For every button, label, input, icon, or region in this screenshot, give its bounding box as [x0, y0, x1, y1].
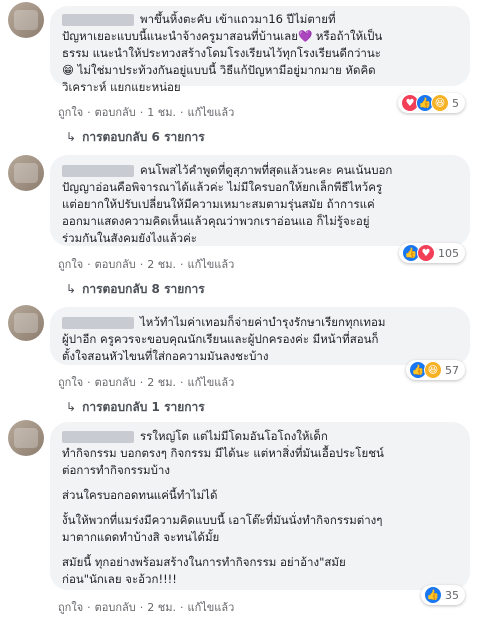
- timestamp[interactable]: 2 ชม.: [147, 376, 176, 389]
- avatar[interactable]: [8, 2, 44, 38]
- view-replies-link[interactable]: ↳ การตอบกลับ 1 รายการ: [66, 398, 205, 417]
- view-replies-link[interactable]: ↳ การตอบกลับ 8 รายการ: [66, 280, 205, 299]
- reaction-summary[interactable]: ♥ 👍 😆 5: [398, 93, 465, 113]
- comment-paragraph: ส่วนใครบอกอดทนแค่นี้ทำไม่ได้: [62, 488, 218, 502]
- comment-bubble: พาขึ้นหิ้งตะคับ เข้าแถวมา16 ปีไม่ตายที่ …: [50, 6, 470, 94]
- reply-arrow-icon: ↳: [66, 282, 77, 296]
- reply-link[interactable]: ตอบกลับ: [95, 258, 136, 271]
- comment-actions: ถูกใจ · ตอบกลับ · 2 ชม. · แก้ไขแล้ว: [58, 258, 235, 271]
- reaction-count: 57: [445, 363, 459, 377]
- reply-arrow-icon: ↳: [66, 130, 77, 144]
- reaction-summary[interactable]: 👍 ♥ 105: [399, 243, 465, 263]
- edited-label: แก้ไขแล้ว: [187, 106, 235, 119]
- avatar[interactable]: [8, 420, 44, 456]
- commenter-name[interactable]: [62, 164, 134, 177]
- comment-paragraph: รรใหญ่โต แต่ไม่มีโดมอันโอโถงให้เด็ก ทำกิ…: [62, 429, 384, 477]
- like-link[interactable]: ถูกใจ: [58, 601, 83, 614]
- reaction-count: 35: [445, 588, 459, 602]
- reaction-count: 105: [438, 246, 459, 260]
- commenter-name[interactable]: [62, 316, 134, 329]
- comment-bubble: ไหว้ทำไมค่าเทอมก็จ่ายค่าบำรุงรักษาเรียกท…: [50, 307, 470, 365]
- timestamp[interactable]: 2 ชม.: [147, 258, 176, 271]
- timestamp[interactable]: 2 ชม.: [147, 601, 176, 614]
- comment-text: พาขึ้นหิ้งตะคับ เข้าแถวมา16 ปีไม่ตายที่ …: [62, 12, 383, 94]
- comment-paragraph: สมัยนี้ ทุกอย่างพร้อมสร้างในการทำกิจกรรม…: [62, 555, 346, 586]
- edited-label: แก้ไขแล้ว: [187, 258, 235, 271]
- like-link[interactable]: ถูกใจ: [58, 106, 83, 119]
- like-link[interactable]: ถูกใจ: [58, 376, 83, 389]
- reply-link[interactable]: ตอบกลับ: [95, 601, 136, 614]
- timestamp[interactable]: 1 ชม.: [147, 106, 176, 119]
- reply-link[interactable]: ตอบกลับ: [95, 376, 136, 389]
- commenter-name[interactable]: [62, 13, 134, 26]
- reaction-summary[interactable]: 👍 35: [421, 585, 465, 605]
- haha-icon: 😆: [431, 94, 449, 112]
- like-link[interactable]: ถูกใจ: [58, 258, 83, 271]
- reaction-summary[interactable]: 👍 😆 57: [406, 360, 465, 380]
- reaction-count: 5: [452, 96, 459, 110]
- comment-actions: ถูกใจ · ตอบกลับ · 2 ชม. · แก้ไขแล้ว: [58, 601, 235, 614]
- comment-text: ไหว้ทำไมค่าเทอมก็จ่ายค่าบำรุงรักษาเรียกท…: [62, 315, 386, 363]
- view-replies-link[interactable]: ↳ การตอบกลับ 6 รายการ: [66, 128, 205, 147]
- reply-arrow-icon: ↳: [66, 400, 77, 414]
- comment-paragraph: งั้นให้พวกที่แมร่งมีความคิดแบบนี้ เอาโต๊…: [62, 513, 383, 544]
- comment-text: คนโพสไว้คำพูดที่ดูสุภาพที่สุดแล้วนะคะ คน…: [62, 163, 393, 245]
- comment-actions: ถูกใจ · ตอบกลับ · 1 ชม. · แก้ไขแล้ว: [58, 106, 235, 119]
- edited-label: แก้ไขแล้ว: [187, 376, 235, 389]
- avatar[interactable]: [8, 305, 44, 341]
- like-icon: 👍: [424, 586, 442, 604]
- comment-bubble: รรใหญ่โต แต่ไม่มีโดมอันโอโถงให้เด็ก ทำกิ…: [50, 422, 470, 590]
- haha-icon: 😆: [424, 361, 442, 379]
- avatar[interactable]: [8, 155, 44, 191]
- commenter-name[interactable]: [62, 430, 134, 443]
- love-icon: ♥: [417, 244, 435, 262]
- reply-link[interactable]: ตอบกลับ: [95, 106, 136, 119]
- comment-actions: ถูกใจ · ตอบกลับ · 2 ชม. · แก้ไขแล้ว: [58, 376, 235, 389]
- comment-bubble: คนโพสไว้คำพูดที่ดูสุภาพที่สุดแล้วนะคะ คน…: [50, 155, 470, 246]
- edited-label: แก้ไขแล้ว: [187, 601, 235, 614]
